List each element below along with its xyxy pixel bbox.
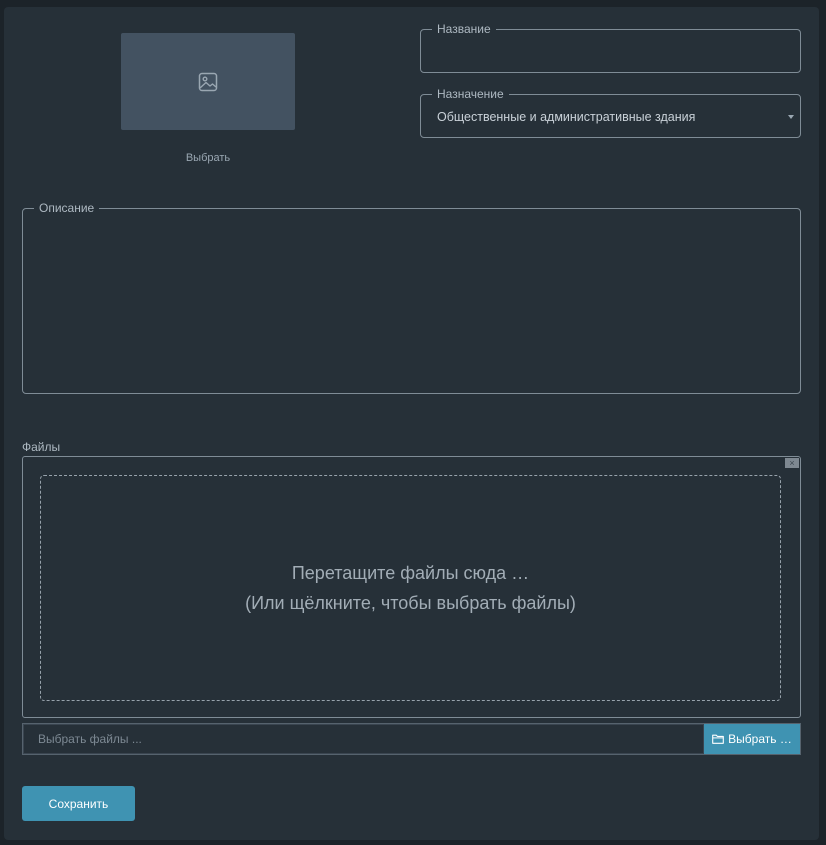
file-input-group: Выбрать … (22, 723, 801, 755)
purpose-select-value: Общественные и административные здания (437, 110, 696, 124)
browse-files-label: Выбрать … (728, 732, 792, 746)
name-field-label: Название (432, 22, 496, 36)
purpose-select[interactable]: Назначение Общественные и административн… (420, 87, 801, 138)
caret-down-icon (788, 115, 794, 119)
description-field[interactable]: Описание (22, 201, 801, 394)
name-field[interactable]: Название (420, 22, 801, 73)
image-icon (198, 72, 218, 91)
close-icon[interactable]: × (785, 458, 799, 468)
browse-files-button[interactable]: Выбрать … (704, 724, 800, 754)
file-drop-area[interactable]: Перетащите файлы сюда … (Или щёлкните, ч… (40, 475, 781, 701)
files-label: Файлы (22, 440, 61, 454)
image-select-link[interactable]: Выбрать (121, 152, 295, 164)
form-panel: Выбрать Название Назначение Общественные… (4, 7, 819, 840)
drop-hint-line2: (Или щёлкните, чтобы выбрать файлы) (245, 593, 576, 613)
drop-hint-line1: Перетащите файлы сюда … (291, 563, 530, 583)
image-placeholder[interactable] (121, 33, 295, 130)
folder-icon (712, 734, 725, 744)
file-drop-zone[interactable]: × Перетащите файлы сюда … (Или щёлкните,… (22, 456, 801, 718)
purpose-select-label: Назначение (432, 87, 509, 101)
save-button[interactable]: Сохранить (22, 786, 135, 821)
description-field-label: Описание (34, 201, 100, 215)
file-path-input[interactable] (23, 724, 704, 754)
